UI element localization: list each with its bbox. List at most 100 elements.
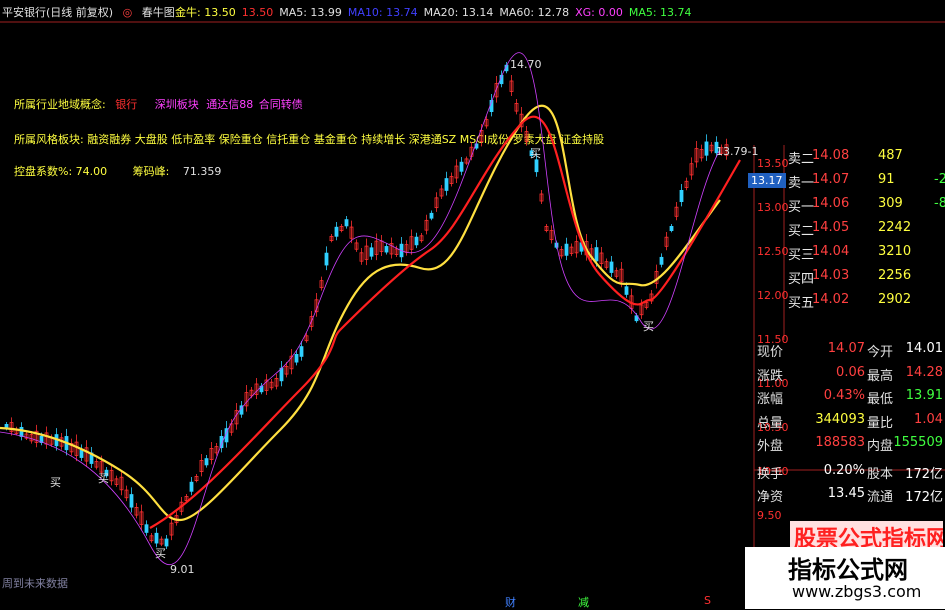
candle-body — [679, 189, 684, 202]
stat-value: 0.06 — [836, 364, 865, 380]
order-level: 买二 — [788, 224, 815, 239]
order-price: 14.04 — [812, 244, 850, 259]
price-tick: 13.00 — [757, 201, 789, 214]
stat-value: 13.91 — [905, 388, 943, 403]
stat-value: 14.07 — [827, 341, 865, 356]
buy-signal: 买 — [530, 147, 541, 160]
buy-signal: 买 — [155, 547, 166, 560]
candle-body — [429, 212, 434, 219]
stat-label: 内盘 — [867, 439, 894, 454]
order-price: 14.05 — [812, 220, 850, 235]
stat-value: 13.45 — [827, 486, 865, 501]
watermark-title: 指标公式网 — [788, 556, 908, 584]
candle-body — [704, 141, 709, 156]
quote-stat-row: 换手 0.20% 股本 172亿 — [757, 463, 945, 485]
order-change: -8 — [934, 196, 945, 211]
stat-label: 涨跌 — [757, 368, 784, 384]
candle-body — [459, 161, 464, 172]
quote-stat-row: 总量 344093 量比 1.04 — [757, 412, 945, 434]
buy-signal: 买 — [98, 472, 109, 485]
order-change: -2 — [934, 172, 945, 187]
candle-body — [129, 494, 134, 508]
candle-body — [369, 247, 374, 257]
buy-signal: 买 — [50, 476, 61, 489]
stat-value: 0.43% — [823, 388, 865, 403]
order-volume: 309 — [878, 196, 903, 211]
order-level: 卖二 — [788, 152, 815, 167]
candle-body — [299, 346, 304, 357]
order-level: 买一 — [788, 200, 815, 215]
order-volume: 91 — [878, 172, 895, 187]
candle-body — [334, 226, 339, 237]
stat-value: 1.04 — [914, 411, 943, 427]
stat-value: 172亿 — [905, 466, 943, 482]
candle-body — [669, 225, 674, 231]
high-price-label: 14.70 — [510, 58, 542, 71]
stat-label: 股本 — [867, 466, 894, 482]
order-book-row[interactable]: 买三 14.04 3210 — [786, 244, 945, 266]
stat-value: 14.01 — [905, 341, 943, 356]
watermark-banner: 股票公式指标网 — [790, 521, 943, 547]
candle-body — [624, 286, 629, 295]
stat-label: 现价 — [757, 345, 784, 360]
stat-label: 总量 — [757, 415, 784, 431]
order-volume: 2256 — [878, 268, 912, 283]
stat-value: 172亿 — [905, 490, 943, 505]
order-volume: 2902 — [878, 292, 912, 307]
price-tick: 13.50 — [757, 157, 789, 170]
candle-body — [324, 252, 329, 266]
candle-body — [444, 178, 449, 191]
order-price: 14.08 — [812, 148, 850, 163]
candle-body — [659, 256, 664, 265]
stat-label: 今开 — [867, 345, 894, 360]
watermark-url: www.zbgs3.com — [792, 582, 922, 601]
low-price-label: 9.01 — [170, 563, 195, 576]
order-book-row[interactable]: 卖一 14.07 91 -2 — [786, 172, 945, 194]
candle-body — [384, 246, 389, 253]
order-book-row[interactable]: 买五 14.02 2902 — [786, 292, 945, 314]
candle-body — [534, 159, 539, 173]
candle-body — [189, 481, 194, 492]
stat-label: 换手 — [757, 466, 784, 482]
order-volume: 3210 — [878, 244, 912, 259]
order-volume: 487 — [878, 148, 903, 163]
order-price: 14.06 — [812, 196, 850, 211]
quote-stat-row: 现价 14.07 今开 14.01 — [757, 341, 945, 363]
order-level: 买三 — [788, 248, 815, 263]
order-book-row[interactable]: 买二 14.05 2242 — [786, 220, 945, 242]
bottom-marker-reduce: 减 — [578, 596, 589, 609]
stat-value: 155509 — [893, 435, 943, 450]
stat-value: 0.20% — [823, 462, 865, 478]
bottom-marker-fin: 财 — [505, 596, 516, 609]
stat-label: 流通 — [867, 490, 894, 505]
candle-body — [294, 353, 299, 363]
candle-body — [414, 236, 419, 246]
order-price: 14.02 — [812, 292, 850, 307]
order-price: 14.03 — [812, 268, 850, 283]
last-price-marker: 13.79-1 — [716, 145, 759, 158]
order-book-row[interactable]: 卖二 14.08 487 — [786, 148, 945, 170]
candle-body — [154, 532, 159, 544]
order-level: 卖一 — [788, 176, 815, 191]
order-volume: 2242 — [878, 220, 912, 235]
price-tick: 9.50 — [757, 509, 782, 522]
order-book-row[interactable]: 买一 14.06 309 -8 — [786, 196, 945, 218]
stat-value: 344093 — [815, 411, 865, 427]
bottom-marker-s: S — [704, 594, 711, 607]
candle-body — [204, 458, 209, 466]
order-book-row[interactable]: 买四 14.03 2256 — [786, 268, 945, 290]
candle-body — [344, 219, 349, 227]
candle-body — [19, 426, 24, 437]
stat-label: 外盘 — [757, 439, 784, 454]
candle-body — [594, 247, 599, 262]
candle-body — [279, 367, 284, 382]
order-price: 14.07 — [812, 172, 850, 187]
quote-stat-row: 净资 13.45 流通 172亿 — [757, 486, 945, 508]
stat-value: 188583 — [815, 435, 865, 450]
stat-value: 14.28 — [905, 364, 943, 380]
current-price-tag: 13.17 — [748, 173, 786, 188]
price-tick: 12.50 — [757, 245, 789, 258]
order-level: 买五 — [788, 296, 815, 311]
stat-label: 最高 — [867, 368, 894, 384]
stat-label: 量比 — [867, 415, 894, 431]
